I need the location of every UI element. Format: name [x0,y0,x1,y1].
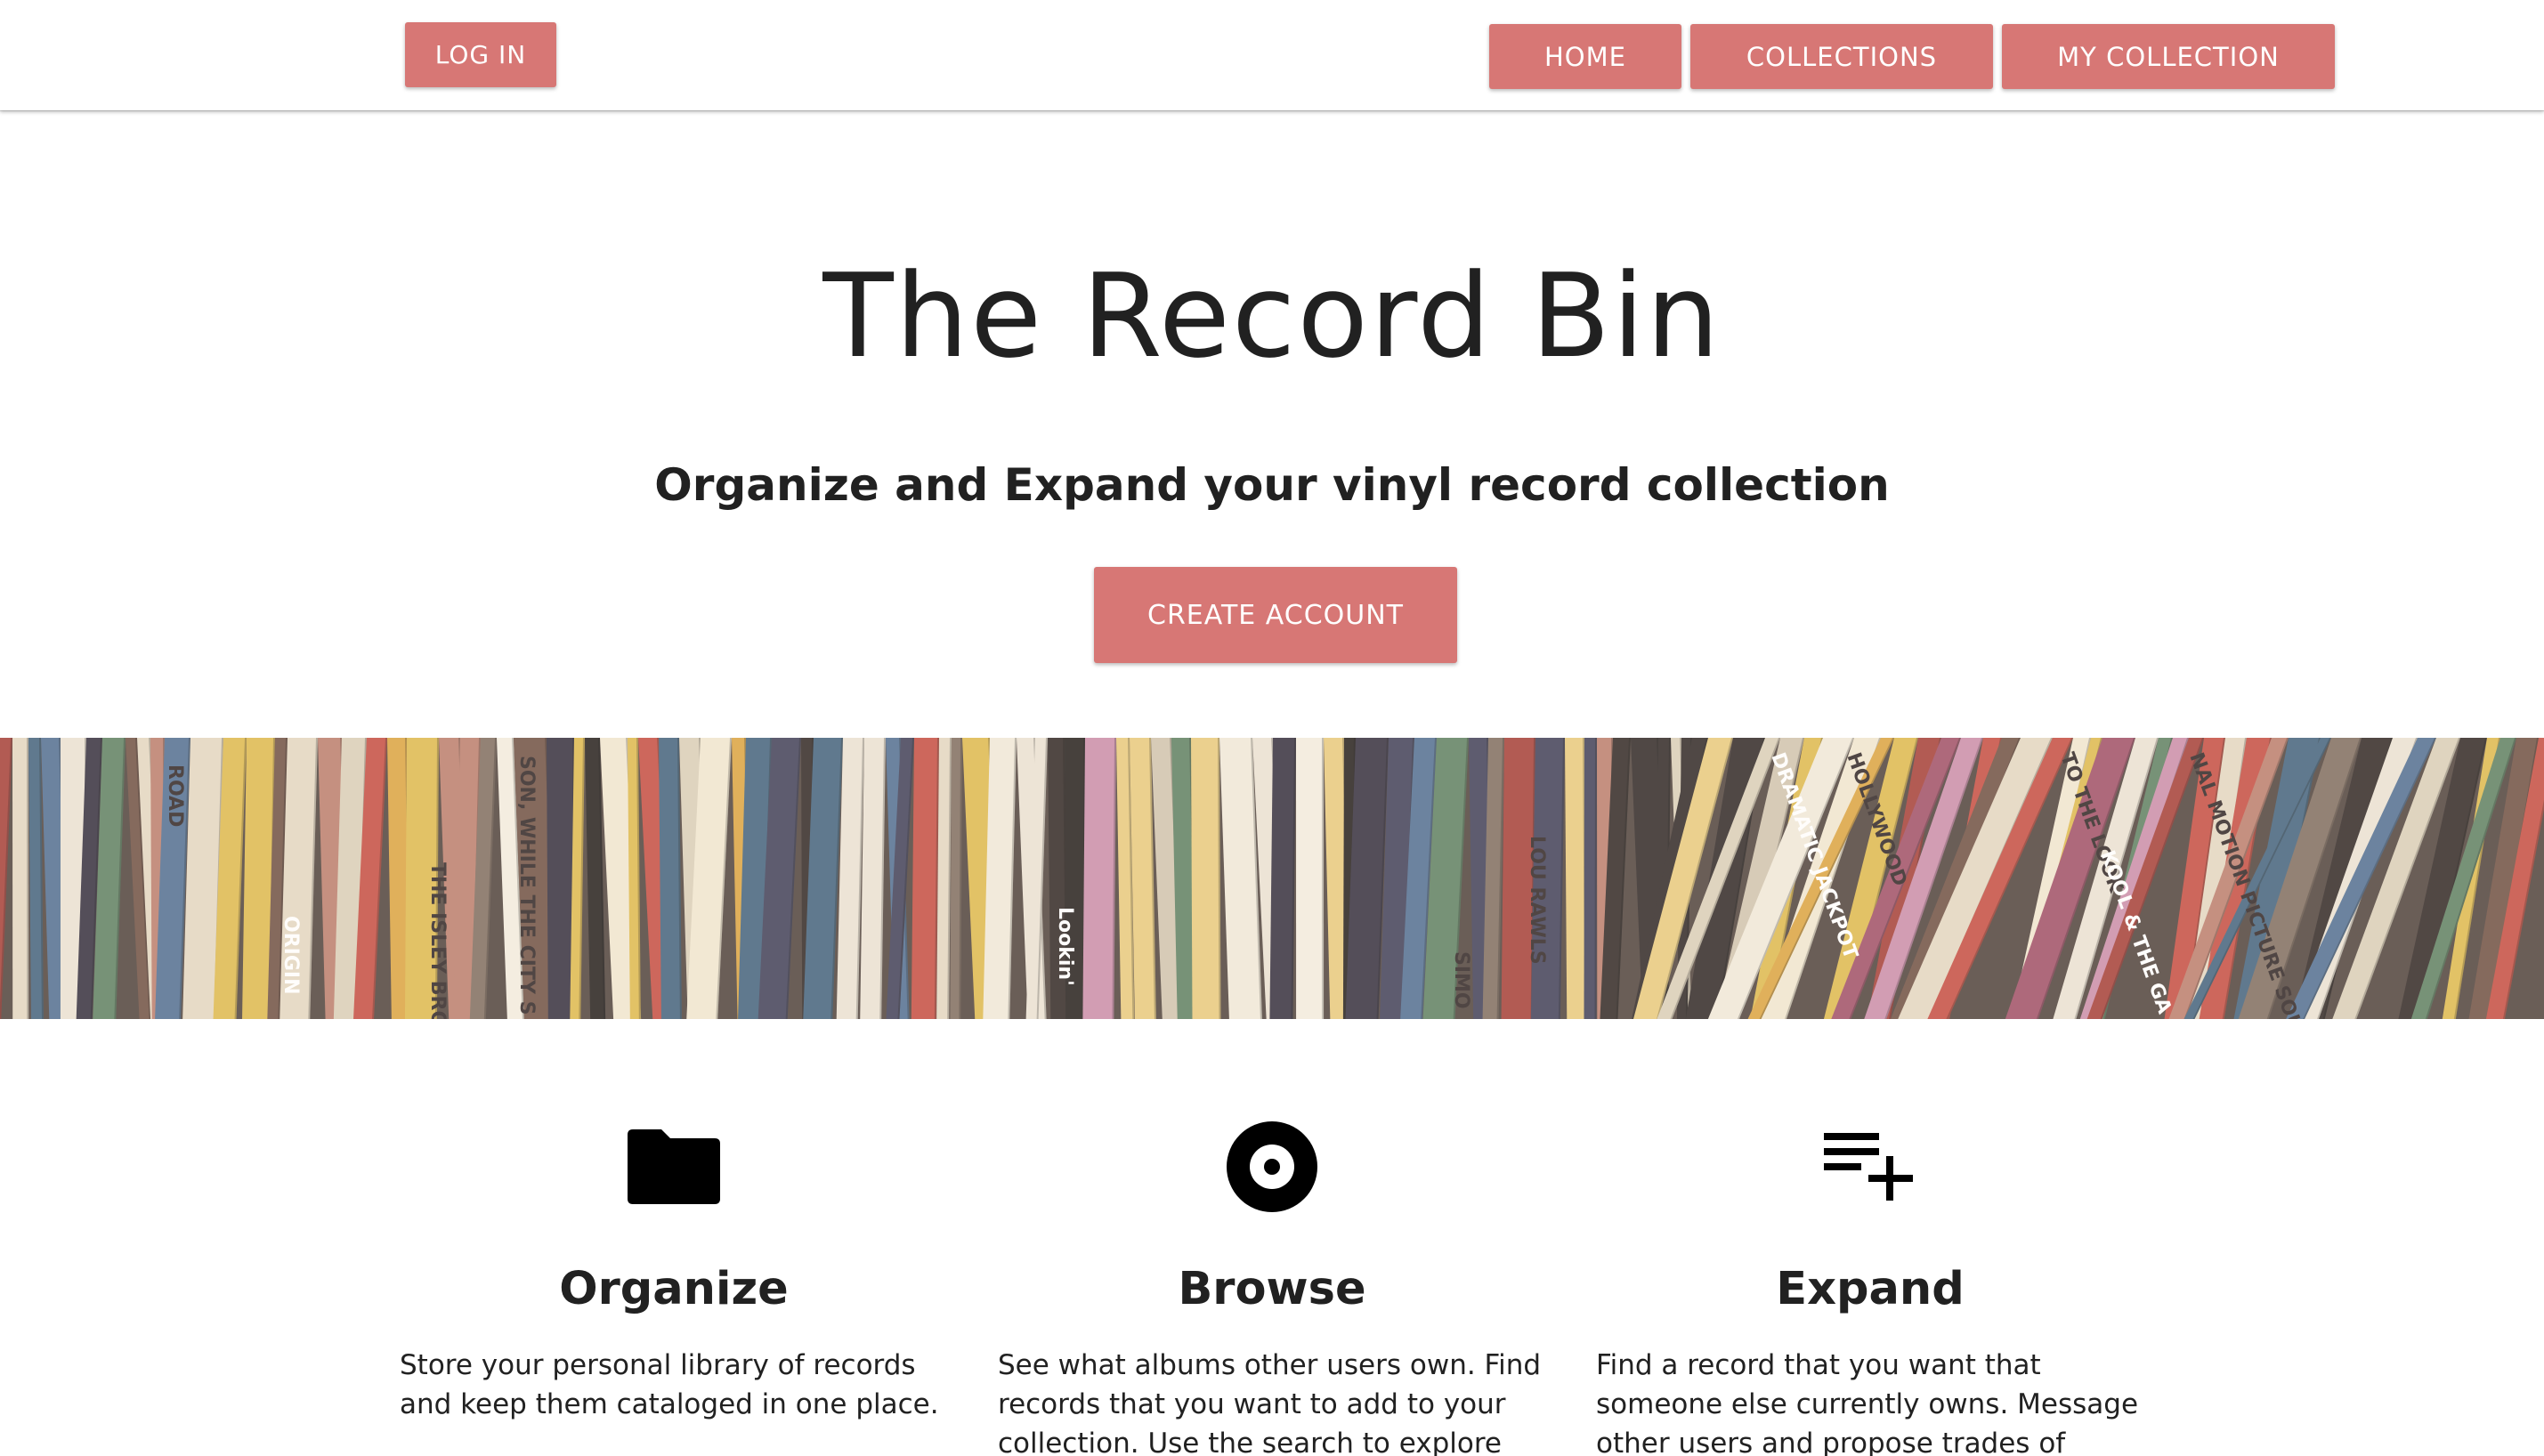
top-navbar: LOG IN HOME COLLECTIONS MY COLLECTION [0,0,2544,110]
login-button[interactable]: LOG IN [405,22,556,87]
page: LOG IN HOME COLLECTIONS MY COLLECTION Th… [0,0,2544,1456]
create-account-button[interactable]: CREATE ACCOUNT [1094,567,1457,663]
nav-collections-button[interactable]: COLLECTIONS [1690,24,1993,89]
folder-icon [625,1118,723,1216]
record-spines-image: ROADORIGINTHE ISLEY BROSON, WHILE THE CI… [0,738,2544,1019]
hero-title: The Record Bin [822,248,1722,384]
album-icon [1223,1118,1321,1216]
playlist-add-icon [1821,1118,1919,1216]
feature-title: Organize [559,1263,789,1315]
feature-description: Store your personal library of records a… [400,1349,939,1420]
feature-description: See what albums other users own. Find re… [998,1349,1542,1456]
feature-title: Expand [1776,1263,1965,1315]
feature-description: Find a record that you want that someone… [1596,1349,2139,1456]
nav-my-collection-button[interactable]: MY COLLECTION [2002,24,2335,89]
hero-subtitle: Organize and Expand your vinyl record co… [654,459,1890,511]
feature-title: Browse [1178,1263,1366,1315]
record-spines-banner: ROADORIGINTHE ISLEY BROSON, WHILE THE CI… [0,738,2544,1019]
nav-home-button[interactable]: HOME [1489,24,1681,89]
